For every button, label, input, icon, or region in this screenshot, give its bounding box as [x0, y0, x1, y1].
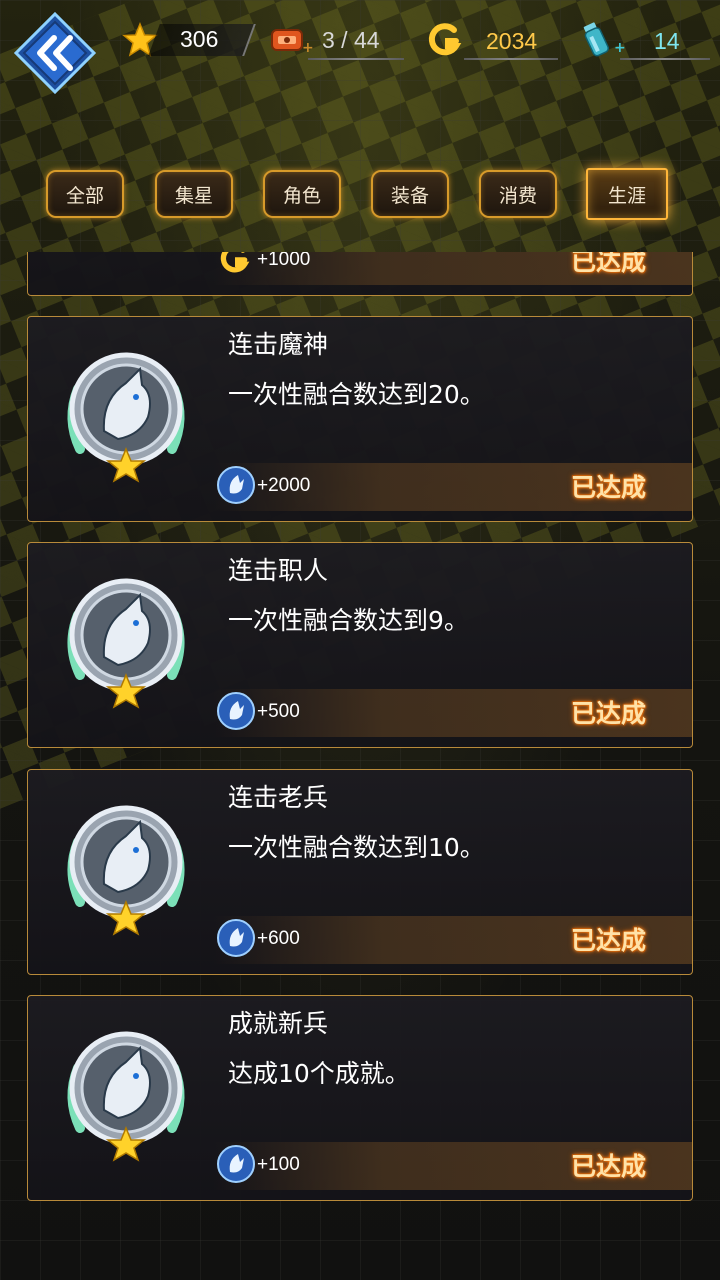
- achievement-card[interactable]: 连击老兵 一次性融合数达到10。 +600 已达成: [27, 769, 693, 975]
- tab-career[interactable]: 生涯: [586, 168, 668, 220]
- crystal-token-icon: [217, 1145, 255, 1183]
- gold-value: 2034: [486, 28, 538, 54]
- status-completed: 已达成: [570, 1152, 646, 1181]
- tab-characters[interactable]: 角色: [263, 170, 341, 218]
- tickets-counter[interactable]: + 3 / 44: [268, 22, 404, 60]
- wolf-medal-icon: [67, 578, 185, 709]
- achievement-description: 一次性融合数达到9。: [228, 606, 469, 635]
- status-completed: 已达成: [570, 699, 646, 728]
- tab-label: 生涯: [607, 184, 646, 207]
- crystal-token-icon: [217, 919, 255, 957]
- wolf-medal-icon: [67, 805, 185, 936]
- achievement-description: 达成10个成就。: [228, 1059, 410, 1088]
- crystal-token-icon: [217, 692, 255, 730]
- tab-spending[interactable]: 消费: [479, 170, 557, 218]
- category-tabs: 全部 集星 角色 装备 消费 生涯: [46, 168, 672, 220]
- achievement-card-partial: +1000 已达成: [27, 252, 693, 296]
- gold-counter: 2034: [428, 22, 558, 60]
- tab-label: 装备: [390, 184, 429, 207]
- back-button[interactable]: [13, 11, 97, 95]
- stars-counter: 306: [122, 22, 256, 58]
- wolf-medal-icon: [67, 1031, 185, 1162]
- status-completed: 已达成: [570, 926, 646, 955]
- gold-coin-icon: [220, 252, 250, 273]
- achievement-list[interactable]: +1000 已达成 连击魔神 一次性融合数达到20。 +2000 已达成 连击职…: [0, 252, 720, 1252]
- achievement-title: 连击职人: [228, 556, 329, 585]
- reward-amount: +2000: [257, 475, 311, 496]
- reward-amount: +1000: [257, 252, 311, 270]
- potions-underline: [620, 58, 710, 60]
- achievement-title: 连击老兵: [228, 783, 329, 812]
- tab-label: 角色: [282, 184, 321, 207]
- gold-underline: [464, 58, 558, 60]
- tickets-value: 3 / 44: [322, 27, 380, 53]
- tab-label: 消费: [498, 184, 537, 207]
- tab-stars[interactable]: 集星: [155, 170, 233, 218]
- tab-all[interactable]: 全部: [46, 170, 124, 218]
- achievement-description: 一次性融合数达到20。: [228, 380, 485, 409]
- achievement-title: 连击魔神: [228, 330, 329, 359]
- tab-equipment[interactable]: 装备: [371, 170, 449, 218]
- tab-label: 全部: [65, 184, 104, 207]
- tab-label: 集星: [174, 184, 213, 207]
- double-chevron-left-icon: [13, 11, 97, 95]
- achievement-card[interactable]: 连击魔神 一次性融合数达到20。 +2000 已达成: [27, 316, 693, 522]
- potions-counter[interactable]: + 14: [580, 22, 710, 60]
- status-completed: 已达成: [570, 473, 646, 502]
- wolf-medal-icon: [67, 352, 185, 483]
- status-completed: 已达成: [570, 252, 646, 276]
- stars-value: 306: [180, 26, 219, 52]
- reward-amount: +100: [257, 1154, 300, 1175]
- tickets-underline: [308, 58, 404, 60]
- potions-plus[interactable]: +: [614, 40, 626, 56]
- reward-amount: +600: [257, 928, 300, 949]
- potion-bottle-icon: [583, 22, 610, 57]
- crystal-token-icon: [217, 466, 255, 504]
- reward-amount: +500: [257, 701, 300, 722]
- achievement-card[interactable]: 成就新兵 达成10个成就。 +100 已达成: [27, 995, 693, 1201]
- gold-coin-icon: [428, 23, 462, 56]
- tickets-plus[interactable]: +: [302, 40, 314, 56]
- potions-value: 14: [654, 28, 680, 54]
- achievement-title: 成就新兵: [228, 1009, 329, 1038]
- achievement-description: 一次性融合数达到10。: [228, 833, 485, 862]
- achievement-card[interactable]: 连击职人 一次性融合数达到9。 +500 已达成: [27, 542, 693, 748]
